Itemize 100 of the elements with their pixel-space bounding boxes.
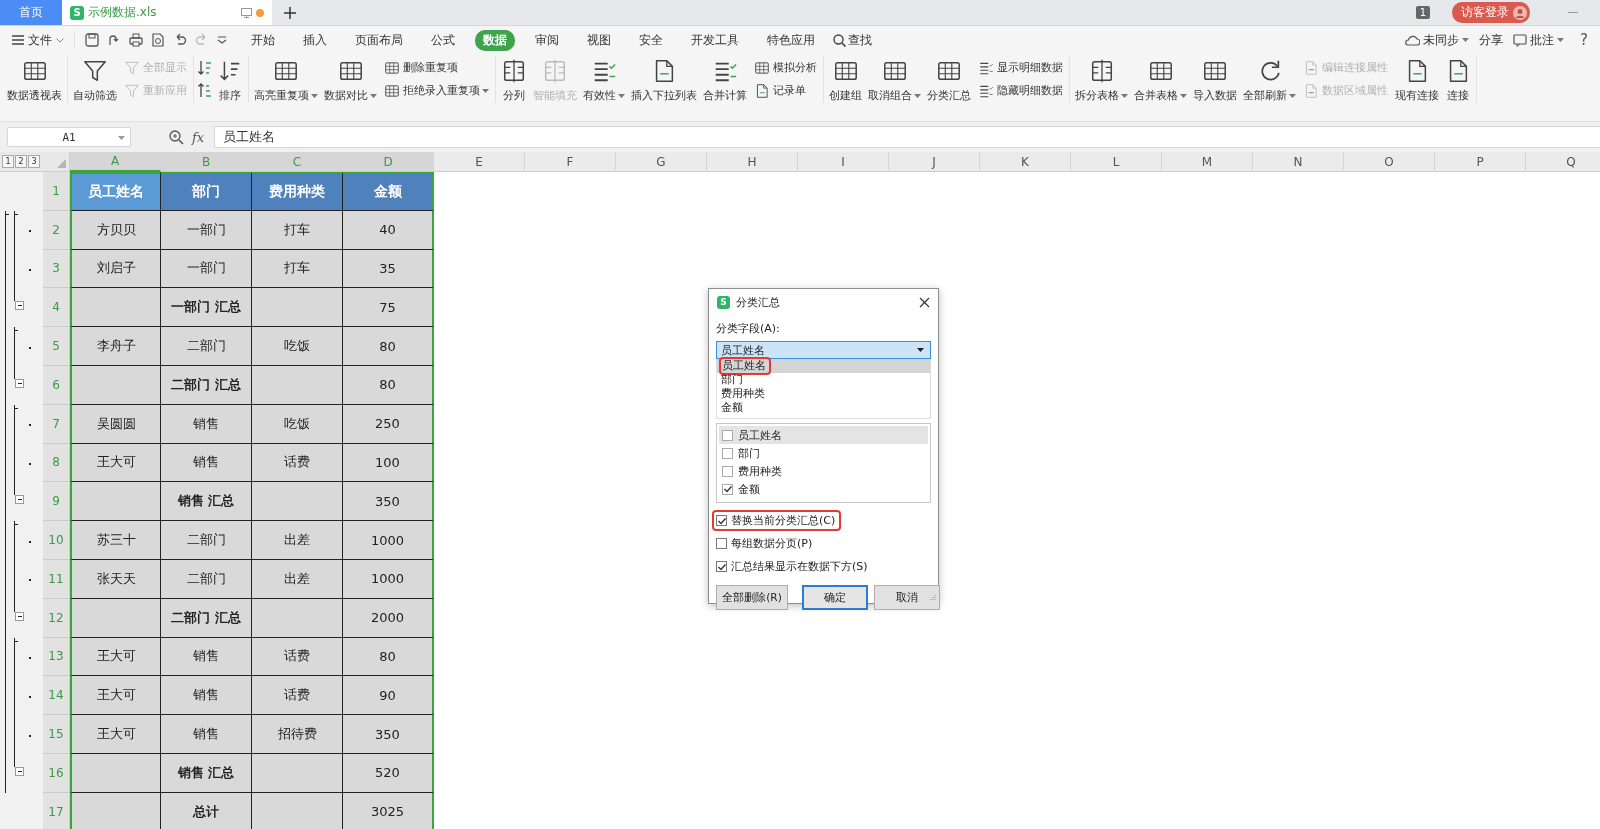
toolbar-button[interactable]: 拒绝录入重复项 (382, 80, 491, 103)
sort-descending-icon[interactable] (198, 83, 212, 100)
menu-tab[interactable]: 开发工具 (683, 29, 747, 51)
toolbar-button[interactable]: 自动筛选 (70, 56, 120, 103)
function-button[interactable]: fx (192, 129, 205, 145)
column-header[interactable]: O (1344, 152, 1435, 172)
share-button[interactable]: 分享 (1479, 31, 1504, 49)
checkbox[interactable] (716, 515, 727, 526)
dropdown-option[interactable]: 金额 (717, 401, 930, 415)
toolbar-button[interactable]: 分列 (498, 56, 530, 103)
toolbar-button[interactable]: 连接 (1442, 56, 1474, 103)
menu-tab[interactable]: 视图 (579, 29, 619, 51)
collapse-button[interactable] (15, 766, 24, 776)
menu-tab[interactable]: 页面布局 (347, 29, 411, 51)
window-count-badge[interactable]: 1 (1415, 6, 1430, 19)
menu-tab[interactable]: 公式 (423, 29, 463, 51)
search-button[interactable]: 查找 (833, 31, 872, 49)
toolbar-button[interactable]: 记录单 (752, 80, 819, 103)
list-item[interactable]: 员工姓名 (719, 426, 928, 444)
outline-level-button[interactable]: 2 (15, 155, 27, 168)
checkbox[interactable] (722, 429, 733, 441)
menu-tab[interactable]: 审阅 (527, 29, 567, 51)
toolbar-button[interactable]: 分类汇总 (924, 56, 974, 103)
dialog-button[interactable]: 确定 (802, 585, 868, 610)
preview-icon[interactable] (151, 33, 165, 47)
help-button[interactable]: ? (1580, 31, 1588, 49)
collapse-button[interactable] (15, 495, 24, 505)
column-header[interactable]: M (1162, 152, 1253, 172)
plus-icon[interactable] (284, 6, 296, 19)
dialog-button[interactable]: 全部删除(R) (716, 585, 788, 610)
toolbar-button[interactable]: 导入数据 (1190, 56, 1240, 103)
column-header[interactable]: G (616, 152, 707, 172)
checkbox[interactable] (722, 447, 733, 459)
list-item[interactable]: 金额 (719, 480, 928, 498)
toolbar-button[interactable]: 高亮重复项 (251, 56, 321, 103)
field-select[interactable]: 员工姓名 (716, 341, 931, 359)
toolbar-button[interactable]: 全部刷新 (1240, 56, 1299, 103)
list-item[interactable]: 费用种类 (719, 462, 928, 480)
file-tab[interactable]: S 示例数据.xls (62, 0, 272, 25)
dropdown-option[interactable]: 部门 (717, 373, 930, 387)
file-menu[interactable]: 文件 (8, 29, 68, 51)
monitor-icon[interactable] (241, 7, 252, 18)
toolbar-button[interactable]: 合并计算 (700, 56, 750, 103)
toolbar-button[interactable]: 隐藏明细数据 (976, 80, 1065, 103)
toolbar-button[interactable]: 有效性 (580, 56, 628, 103)
collapse-button[interactable] (15, 611, 24, 621)
outline-level-button[interactable]: 1 (2, 155, 14, 168)
column-header[interactable]: P (1435, 152, 1526, 172)
column-header[interactable]: J (889, 152, 980, 172)
checkbox[interactable] (722, 465, 733, 477)
outline-level-button[interactable]: 3 (28, 155, 40, 168)
column-header[interactable]: N (1253, 152, 1344, 172)
column-header[interactable]: L (1071, 152, 1162, 172)
toolbar-button[interactable]: 取消组合 (865, 56, 924, 103)
checkbox[interactable] (716, 538, 727, 549)
highlighted-option[interactable]: 替换当前分类汇总(C) (714, 512, 840, 529)
sort-ascending-icon[interactable] (198, 59, 212, 76)
option-row[interactable]: 汇总结果显示在数据下方(S) (714, 558, 872, 575)
column-header[interactable]: Q (1526, 152, 1600, 172)
column-header[interactable]: H (707, 152, 798, 172)
resize-grip-icon[interactable] (929, 594, 936, 601)
column-header[interactable]: K (980, 152, 1071, 172)
menu-tab[interactable]: 安全 (631, 29, 671, 51)
dropdown-option[interactable]: 员工姓名 (717, 359, 930, 373)
redo-icon[interactable] (107, 33, 121, 47)
toolbar-button[interactable]: 显示明细数据 (976, 56, 1065, 79)
column-header[interactable]: I (798, 152, 889, 172)
toolbar-button[interactable]: 数据透视表 (4, 56, 65, 103)
zoom-icon[interactable] (169, 129, 184, 145)
comment-button[interactable]: 批注 (1513, 31, 1565, 49)
toolbar-button[interactable]: 数据对比 (321, 56, 380, 103)
close-icon[interactable] (919, 296, 930, 308)
checkbox[interactable] (722, 483, 733, 495)
dialog-button[interactable]: 取消 (874, 585, 940, 610)
menu-tab[interactable]: 开始 (243, 29, 283, 51)
list-item[interactable]: 部门 (719, 444, 928, 462)
menu-tab[interactable]: 特色应用 (759, 29, 823, 51)
toolbar-button[interactable]: 排序 (214, 56, 246, 103)
formula-input[interactable]: 员工姓名 (214, 126, 1600, 148)
toolbar-button[interactable]: 现有连接 (1392, 56, 1442, 103)
toolbar-button[interactable]: 拆分表格 (1072, 56, 1131, 103)
toolbar-button[interactable]: 模拟分析 (752, 56, 819, 79)
column-header[interactable]: E (434, 152, 525, 172)
column-header[interactable]: F (525, 152, 616, 172)
customize-icon[interactable] (217, 36, 227, 44)
collapse-button[interactable] (15, 379, 24, 388)
menu-tab[interactable]: 插入 (295, 29, 335, 51)
toolbar-button[interactable]: 删除重复项 (382, 56, 491, 79)
print-icon[interactable] (129, 33, 143, 47)
name-box[interactable]: A1 (7, 127, 131, 147)
checkbox[interactable] (716, 561, 727, 572)
sync-button[interactable]: 未同步 (1404, 31, 1470, 49)
toolbar-button[interactable]: 合并表格 (1131, 56, 1190, 103)
dropdown-option[interactable]: 费用种类 (717, 387, 930, 401)
login-button[interactable]: 访客登录 (1452, 2, 1530, 23)
toolbar-button[interactable]: 创建组 (826, 56, 865, 103)
option-row[interactable]: 每组数据分页(P) (714, 535, 817, 552)
save-icon[interactable] (85, 33, 99, 47)
toolbar-button[interactable]: 插入下拉列表 (628, 56, 700, 103)
collapse-button[interactable] (15, 301, 24, 311)
